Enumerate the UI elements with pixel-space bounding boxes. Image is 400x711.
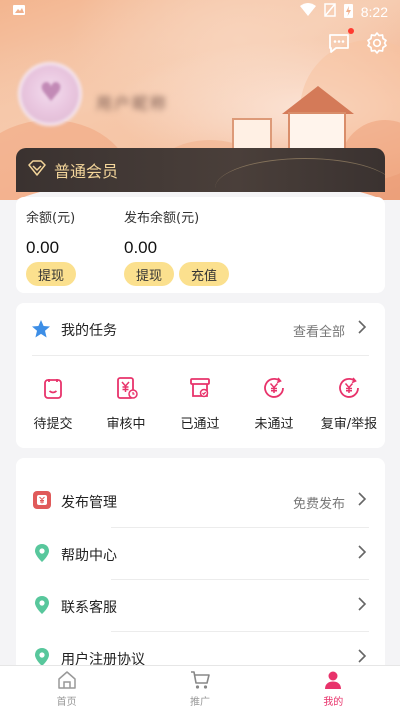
wifi-icon	[299, 3, 316, 21]
nav-label: 推广	[189, 697, 210, 708]
balance-column: 余额(元) 0.00	[26, 207, 75, 258]
diamond-icon	[28, 160, 46, 180]
chevron-right-icon	[357, 319, 367, 339]
recharge-button[interactable]: 充值	[179, 262, 230, 286]
message-icon[interactable]	[326, 30, 352, 56]
box-check-icon	[187, 375, 213, 401]
signal-off-icon	[324, 3, 336, 21]
publish-balance-column: 发布余额(元) 0.00	[124, 207, 199, 258]
yen-refresh-icon	[336, 375, 362, 401]
wallet-icon	[32, 490, 52, 510]
clipboard-icon	[40, 375, 66, 401]
view-all-link[interactable]: 查看全部	[293, 321, 345, 340]
task-label: 审核中	[106, 417, 146, 432]
user-icon	[322, 669, 344, 691]
chevron-right-icon	[357, 491, 367, 511]
chevron-right-icon	[357, 596, 367, 616]
star-icon	[31, 319, 51, 343]
home-icon	[56, 669, 78, 691]
publish-balance-title: 发布余额(元)	[124, 211, 200, 226]
menu-item-help-center[interactable]: 帮助中心	[16, 528, 385, 580]
house-illustration-roof	[282, 86, 354, 114]
vip-card[interactable]: 普通会员	[16, 148, 385, 192]
nav-promote[interactable]: 推广	[133, 666, 266, 711]
cart-icon	[189, 669, 211, 691]
my-tasks-header[interactable]: 我的任务 查看全部	[16, 303, 385, 355]
menu-extra: 免费发布	[292, 497, 345, 512]
location-pin-icon	[32, 595, 52, 615]
task-label: 待提交	[33, 417, 73, 432]
balance-card: 余额(元) 0.00 提现 发布余额(元) 0.00 提现 充值	[16, 197, 385, 293]
publish-withdraw-button[interactable]: 提现	[124, 262, 175, 286]
status-time: 8:22	[360, 4, 388, 20]
balance-value: 0.00	[26, 238, 60, 257]
my-tasks-title: 我的任务	[61, 323, 117, 339]
yen-clock-icon	[113, 375, 139, 401]
yen-refresh-icon	[261, 375, 287, 401]
menu-item-customer-service[interactable]: 联系客服	[16, 580, 385, 632]
vip-level-label: 普通会员	[54, 162, 119, 181]
unread-badge	[348, 28, 354, 34]
gallery-notification-icon	[12, 3, 26, 21]
balance-title: 余额(元)	[26, 211, 76, 226]
nav-label: 首页	[56, 697, 77, 708]
nav-mine[interactable]: 我的	[267, 666, 400, 711]
menu-item-publish-management[interactable]: 发布管理 免费发布	[16, 475, 385, 527]
chevron-right-icon	[357, 544, 367, 564]
bottom-nav: 首页 推广 我的	[0, 665, 400, 711]
task-label: 已通过	[180, 417, 220, 432]
nickname: 用户昵称	[96, 94, 169, 113]
menu-label: 帮助中心	[61, 548, 117, 564]
task-pending-submit[interactable]: 待提交	[16, 375, 90, 432]
settings-gear-icon[interactable]	[364, 30, 390, 56]
battery-charging-icon	[343, 3, 353, 22]
menu-label: 发布管理	[61, 495, 117, 511]
task-review-report[interactable]: 复审/举报	[312, 375, 386, 432]
task-approved[interactable]: 已通过	[163, 375, 237, 432]
publish-balance-value: 0.00	[124, 238, 158, 257]
task-label: 复审/举报	[320, 417, 378, 432]
avatar-heart-icon: ♥	[39, 78, 63, 108]
my-tasks-card: 我的任务 查看全部 待提交 审核中 已通过 未通过 复审/举报	[16, 303, 385, 448]
task-rejected[interactable]: 未通过	[237, 375, 311, 432]
task-label: 未通过	[254, 417, 294, 432]
nav-label: 我的	[323, 697, 344, 708]
location-pin-icon	[32, 647, 52, 667]
menu-label: 联系客服	[61, 600, 117, 616]
status-bar: 8:22	[0, 0, 400, 24]
withdraw-button[interactable]: 提现	[26, 262, 77, 286]
nav-home[interactable]: 首页	[0, 666, 133, 711]
location-pin-icon	[32, 543, 52, 563]
task-under-review[interactable]: 审核中	[89, 375, 163, 432]
